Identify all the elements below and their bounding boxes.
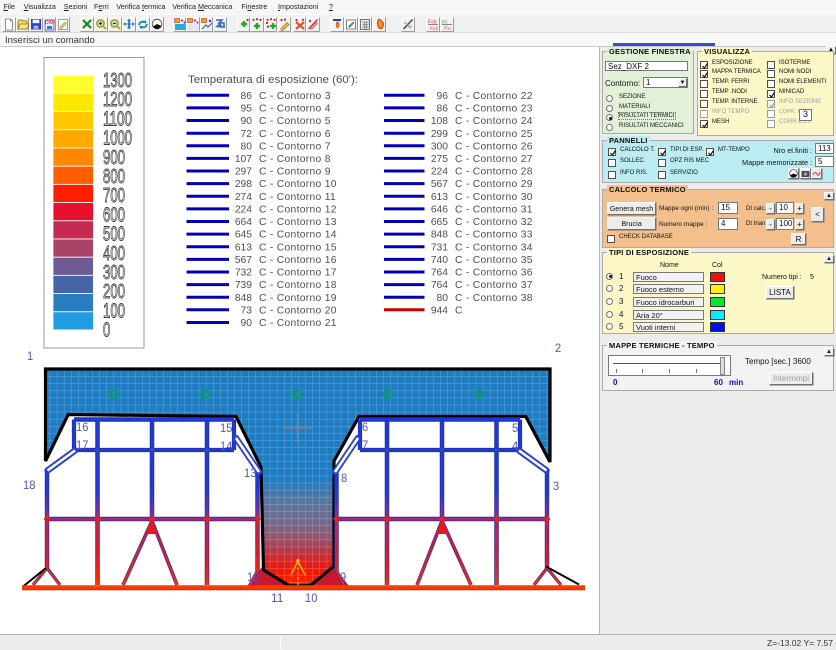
svg-text:80: 80 — [437, 293, 449, 304]
svg-text:6: 6 — [362, 420, 368, 434]
svg-text:C - Contorno 6: C - Contorno 6 — [259, 129, 331, 140]
svg-text:9: 9 — [340, 570, 346, 584]
svg-text:96: 96 — [437, 91, 449, 102]
svg-text:C - Contorno 21: C - Contorno 21 — [259, 318, 337, 329]
svg-text:2: 2 — [555, 341, 561, 355]
svg-text:C - Contorno 33: C - Contorno 33 — [455, 230, 533, 241]
svg-text:C - Contorno 25: C - Contorno 25 — [455, 129, 533, 140]
svg-text:C - Contorno 20: C - Contorno 20 — [259, 305, 337, 316]
svg-text:C: C — [455, 305, 463, 316]
svg-text:DXF: DXF — [45, 20, 55, 26]
svg-text:C - Contorno 19: C - Contorno 19 — [259, 293, 337, 304]
svg-text:275: 275 — [431, 154, 448, 165]
svg-text:613: 613 — [431, 192, 448, 203]
svg-text:C - Contorno 35: C - Contorno 35 — [455, 255, 533, 266]
svg-text:Pu: Pu — [444, 26, 451, 31]
svg-text:C - Contorno 4: C - Contorno 4 — [259, 104, 331, 115]
svg-text:0: 0 — [103, 320, 110, 342]
svg-text:C - Contorno 38: C - Contorno 38 — [455, 293, 533, 304]
svg-text:1: 1 — [27, 349, 33, 363]
svg-text:73: 73 — [241, 305, 253, 316]
svg-text:665: 665 — [431, 217, 448, 228]
svg-text:10: 10 — [305, 591, 318, 605]
svg-text:90: 90 — [241, 318, 253, 329]
svg-text:764: 764 — [431, 268, 448, 279]
svg-text:15: 15 — [220, 421, 233, 435]
svg-text:8: 8 — [341, 471, 347, 485]
svg-text:613: 613 — [235, 242, 252, 253]
svg-text:C - Contorno 27: C - Contorno 27 — [455, 154, 533, 165]
svg-text:14: 14 — [220, 439, 233, 453]
svg-text:C - Contorno 23: C - Contorno 23 — [455, 104, 533, 115]
svg-text:C - Contorno 10: C - Contorno 10 — [259, 179, 337, 190]
svg-text:740: 740 — [431, 255, 448, 266]
svg-text:13: 13 — [244, 466, 257, 480]
svg-text:108: 108 — [431, 116, 448, 127]
svg-text:739: 739 — [235, 280, 252, 291]
svg-text:224: 224 — [431, 167, 448, 178]
svg-text:299: 299 — [431, 129, 448, 140]
svg-text:86: 86 — [241, 91, 253, 102]
svg-text:944: 944 — [431, 305, 448, 316]
svg-text:11: 11 — [271, 591, 284, 605]
svg-text:C - Contorno 32: C - Contorno 32 — [455, 217, 533, 228]
svg-text:C - Contorno 17: C - Contorno 17 — [259, 268, 337, 279]
svg-text:297: 297 — [235, 167, 252, 178]
svg-text:Fyk: Fyk — [430, 26, 439, 31]
svg-text:95: 95 — [241, 104, 253, 115]
svg-text:274: 274 — [235, 192, 252, 203]
svg-text:C - Contorno 8: C - Contorno 8 — [259, 154, 331, 165]
svg-text:12: 12 — [247, 570, 260, 584]
svg-text:17: 17 — [76, 438, 89, 452]
svg-text:86: 86 — [437, 104, 449, 115]
svg-text:3: 3 — [553, 479, 559, 493]
svg-text:C - Contorno 24: C - Contorno 24 — [455, 116, 533, 127]
svg-text:C - Contorno 12: C - Contorno 12 — [259, 205, 337, 216]
svg-text:848: 848 — [235, 293, 252, 304]
svg-text:5: 5 — [512, 421, 518, 435]
svg-text:C - Contorno 26: C - Contorno 26 — [455, 141, 533, 152]
svg-text:90: 90 — [241, 116, 253, 127]
svg-text:731: 731 — [431, 242, 448, 253]
svg-text:107: 107 — [235, 154, 252, 165]
svg-text:C - Contorno 36: C - Contorno 36 — [455, 268, 533, 279]
svg-text:C - Contorno 29: C - Contorno 29 — [455, 179, 533, 190]
svg-text:645: 645 — [235, 230, 252, 241]
svg-text:4: 4 — [512, 439, 518, 453]
svg-text:C - Contorno 13: C - Contorno 13 — [259, 217, 337, 228]
svg-text:18: 18 — [23, 478, 36, 492]
svg-text:300: 300 — [431, 141, 448, 152]
svg-text:646: 646 — [431, 205, 448, 216]
svg-text:C - Contorno 31: C - Contorno 31 — [455, 205, 533, 216]
svg-text:C - Contorno 11: C - Contorno 11 — [259, 192, 336, 203]
svg-text:C - Contorno 18: C - Contorno 18 — [259, 280, 337, 291]
svg-text:224: 224 — [235, 205, 252, 216]
svg-text:C - Contorno 22: C - Contorno 22 — [455, 91, 533, 102]
svg-text:16: 16 — [76, 420, 89, 434]
svg-text:C - Contorno 37: C - Contorno 37 — [455, 280, 533, 291]
svg-text:C - Contorno 7: C - Contorno 7 — [259, 141, 331, 152]
svg-text:80: 80 — [241, 141, 253, 152]
svg-text:664: 664 — [235, 217, 252, 228]
svg-text:732: 732 — [235, 268, 252, 279]
svg-text:C - Contorno 28: C - Contorno 28 — [455, 167, 533, 178]
svg-text:C - Contorno 5: C - Contorno 5 — [259, 116, 331, 127]
svg-text:72: 72 — [241, 129, 253, 140]
svg-text:C - Contorno 15: C - Contorno 15 — [259, 242, 337, 253]
svg-text:567: 567 — [235, 255, 252, 266]
svg-text:298: 298 — [235, 179, 252, 190]
svg-text:C - Contorno 30: C - Contorno 30 — [455, 192, 533, 203]
svg-text:848: 848 — [431, 230, 448, 241]
svg-text:C - Contorno 34: C - Contorno 34 — [455, 242, 533, 253]
svg-text:567: 567 — [431, 179, 448, 190]
svg-text:764: 764 — [431, 280, 448, 291]
svg-text:C - Contorno 3: C - Contorno 3 — [259, 91, 331, 102]
svg-text:C - Contorno 16: C - Contorno 16 — [259, 255, 337, 266]
svg-text:Temperatura di esposizione (60: Temperatura di esposizione (60'): — [188, 74, 358, 86]
svg-text:C - Contorno 14: C - Contorno 14 — [259, 230, 337, 241]
svg-text:7: 7 — [362, 438, 368, 452]
svg-text:C - Contorno 9: C - Contorno 9 — [259, 167, 331, 178]
